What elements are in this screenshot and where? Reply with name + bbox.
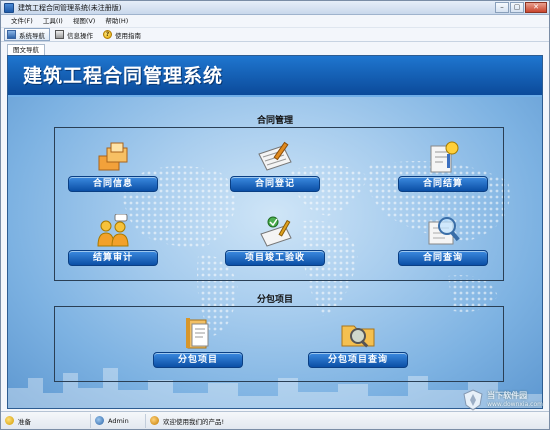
info-operation-button[interactable]: 信息操作 — [52, 28, 98, 41]
app-window: 建筑工程合同管理系统(未注册版) – ▢ ✕ 文件(F) 工具(I) 视图(V)… — [0, 0, 550, 430]
subcontract-project-button[interactable]: 分包项目 — [153, 352, 243, 368]
main-panel: 建筑工程合同管理系统 合同管理 合同信息 合同登记 合同结算 结算审计 项目竣工… — [7, 55, 543, 409]
subcontract-section-title: 分包项目 — [256, 295, 293, 305]
ready-icon — [5, 416, 14, 425]
user-guide-button[interactable]: ? 使用指南 — [100, 28, 146, 41]
system-nav-label: 系统导航 — [19, 31, 45, 40]
contract-info-icon — [98, 142, 128, 171]
banner-title: 建筑工程合同管理系统 — [23, 65, 224, 87]
site-watermark: 当下软件园 www.downxia.com — [463, 389, 543, 411]
module-subcontract-project[interactable]: 分包项目 — [153, 316, 243, 372]
status-message-text: 欢迎使用我们的产品! — [163, 417, 225, 426]
settlement-audit-icon — [97, 214, 129, 247]
module-project-acceptance[interactable]: 项目竣工验收 — [225, 214, 325, 270]
menu-bar: 文件(F) 工具(I) 视图(V) 帮助(H) — [1, 16, 549, 27]
module-contract-info[interactable]: 合同信息 — [68, 140, 158, 196]
menu-help[interactable]: 帮助(H) — [100, 16, 133, 27]
project-acceptance-button[interactable]: 项目竣工验收 — [225, 250, 325, 266]
close-button[interactable]: ✕ — [525, 2, 547, 13]
info-icon — [55, 30, 64, 39]
message-icon — [150, 416, 159, 425]
tab-strip: 图文导航 — [1, 43, 549, 55]
project-acceptance-icon — [260, 216, 292, 247]
nav-icon — [7, 30, 16, 39]
status-user-cell: Admin — [91, 413, 146, 428]
contract-query-icon — [428, 217, 460, 245]
subcontract-project-icon — [186, 318, 209, 349]
status-bar: 准备 Admin 欢迎使用我们的产品! — [1, 411, 549, 429]
tab-graphic-nav[interactable]: 图文导航 — [7, 44, 45, 55]
status-ready-cell: 准备 — [1, 413, 91, 428]
user-icon — [95, 416, 104, 425]
user-guide-label: 使用指南 — [115, 31, 141, 40]
contract-settlement-button[interactable]: 合同结算 — [398, 176, 488, 192]
watermark-url: www.downxia.com — [487, 401, 543, 408]
settlement-audit-button[interactable]: 结算审计 — [68, 250, 158, 266]
subcontract-group-box — [54, 306, 504, 382]
subcontract-query-icon — [341, 325, 375, 348]
help-icon: ? — [103, 30, 112, 39]
contract-register-icon — [258, 141, 292, 171]
module-contract-settlement[interactable]: 合同结算 — [398, 140, 488, 196]
contract-query-button[interactable]: 合同查询 — [398, 250, 488, 266]
contract-settlement-icon — [430, 141, 459, 173]
watermark-name: 当下软件园 — [487, 391, 528, 400]
menu-view[interactable]: 视图(V) — [68, 16, 101, 27]
window-title: 建筑工程合同管理系统(未注册版) — [18, 4, 122, 12]
module-settlement-audit[interactable]: 结算审计 — [68, 214, 158, 270]
window-controls: – ▢ ✕ — [495, 2, 547, 13]
minimize-button[interactable]: – — [495, 2, 509, 13]
menu-file[interactable]: 文件(F) — [6, 16, 38, 27]
system-nav-button[interactable]: 系统导航 — [4, 28, 50, 41]
contract-section-title: 合同管理 — [256, 116, 293, 126]
shield-logo-icon — [463, 389, 483, 411]
status-message-cell: 欢迎使用我们的产品! — [146, 414, 286, 428]
contract-info-button[interactable]: 合同信息 — [68, 176, 158, 192]
toolbar: 系统导航 信息操作 ? 使用指南 — [1, 27, 549, 42]
contract-register-button[interactable]: 合同登记 — [230, 176, 320, 192]
maximize-button[interactable]: ▢ — [510, 2, 524, 13]
info-operation-label: 信息操作 — [67, 31, 93, 40]
status-ready-text: 准备 — [18, 417, 31, 426]
subcontract-query-button[interactable]: 分包项目查询 — [308, 352, 408, 368]
app-icon — [4, 3, 14, 13]
module-contract-register[interactable]: 合同登记 — [230, 140, 320, 196]
title-bar[interactable]: 建筑工程合同管理系统(未注册版) – ▢ ✕ — [1, 1, 549, 15]
module-contract-query[interactable]: 合同查询 — [398, 214, 488, 270]
module-subcontract-query[interactable]: 分包项目查询 — [308, 316, 408, 372]
banner: 建筑工程合同管理系统 — [8, 56, 542, 97]
status-user-text: Admin — [108, 416, 129, 425]
menu-tools[interactable]: 工具(I) — [38, 16, 68, 27]
